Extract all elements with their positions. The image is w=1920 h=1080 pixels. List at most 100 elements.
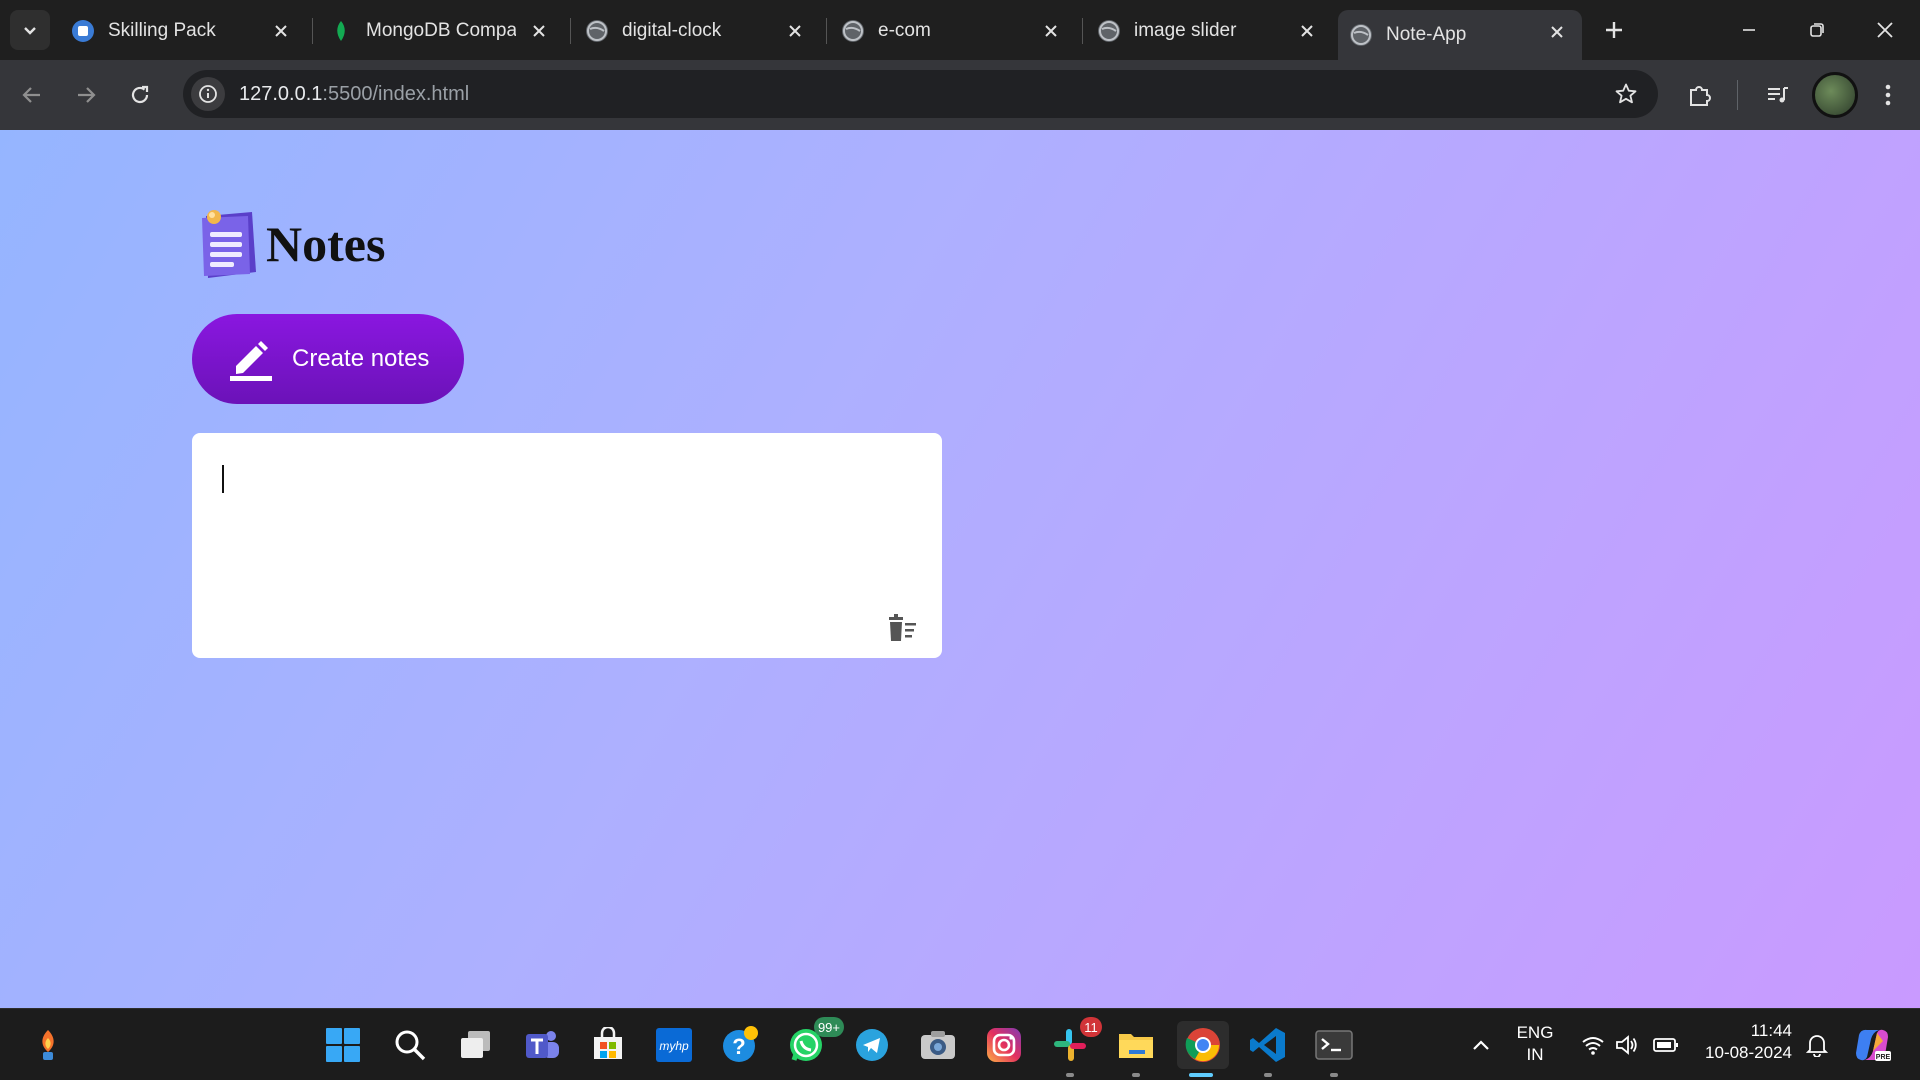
delete-trash-icon[interactable] (886, 611, 920, 645)
region-code: IN (1526, 1045, 1544, 1064)
minimize-button[interactable] (1716, 0, 1782, 60)
tab-title: image slider (1134, 20, 1237, 41)
running-indicator (1066, 1073, 1074, 1077)
globe-icon (842, 20, 864, 42)
edit-pencil-icon (230, 341, 272, 381)
create-notes-label: Create notes (292, 345, 430, 372)
back-button[interactable] (12, 75, 52, 115)
tab-skilling-pack[interactable]: Skilling Pack (60, 10, 306, 52)
show-hidden-icons-chevron-up-icon[interactable] (1466, 1021, 1496, 1069)
microsoft-store-icon[interactable] (584, 1021, 632, 1069)
profile-avatar[interactable] (1812, 72, 1858, 118)
volume-icon[interactable] (1612, 1021, 1642, 1069)
tab-note-app[interactable]: Note-App (1338, 10, 1582, 60)
globe-icon (1098, 20, 1120, 42)
close-tab-icon[interactable] (528, 20, 550, 42)
create-notes-button[interactable]: Create notes (192, 314, 464, 404)
tab-divider (312, 18, 313, 44)
url-host: 127.0.0.1 (239, 82, 323, 105)
close-tab-icon[interactable] (784, 20, 806, 42)
telegram-icon[interactable] (848, 1021, 896, 1069)
text-caret (222, 465, 224, 493)
svg-text:?: ? (732, 1034, 745, 1059)
tab-title: Skilling Pack (108, 20, 216, 41)
close-window-button[interactable] (1852, 0, 1918, 60)
widgets-torch-icon[interactable] (24, 1021, 72, 1069)
chevron-down-icon (24, 27, 36, 35)
close-tab-icon[interactable] (1296, 20, 1318, 42)
extensions-button[interactable] (1680, 75, 1720, 115)
tab-search-button[interactable] (10, 10, 50, 50)
browser-tab-strip: Skilling Pack MongoDB Compass digital-cl… (0, 0, 1920, 60)
minimize-icon (1743, 29, 1755, 31)
site-info-icon[interactable] (191, 77, 225, 111)
tab-e-com[interactable]: e-com (830, 10, 1076, 52)
tab-image-slider[interactable]: image slider (1086, 10, 1332, 52)
close-icon (1877, 22, 1893, 38)
puzzle-piece-icon (1690, 86, 1711, 106)
toolbar-divider (1737, 80, 1738, 110)
url-path: :5500/index.html (322, 82, 470, 105)
search-icon[interactable] (386, 1021, 434, 1069)
battery-icon[interactable] (1650, 1021, 1682, 1069)
clock[interactable]: 11:44 10-08-2024 (1696, 1021, 1792, 1063)
globe-icon (586, 20, 608, 42)
url-text[interactable]: 127.0.0.1:5500/index.html (239, 83, 469, 106)
whatsapp-icon[interactable]: 99+ (782, 1017, 844, 1069)
language-code: ENG (1516, 1023, 1554, 1042)
chrome-icon[interactable] (1177, 1021, 1229, 1077)
note-card (192, 433, 942, 658)
browser-toolbar: 127.0.0.1:5500/index.html (0, 60, 1920, 130)
windows-taskbar: myhp ? 99+ 11 ENG IN 11:44 10-08-2024 PR… (0, 1008, 1920, 1080)
vscode-icon[interactable] (1244, 1021, 1292, 1077)
camera-icon[interactable] (914, 1021, 962, 1069)
close-tab-icon[interactable] (1040, 20, 1062, 42)
address-bar[interactable]: 127.0.0.1:5500/index.html (183, 70, 1658, 118)
plus-icon (1606, 22, 1622, 38)
note-text-area[interactable] (220, 461, 914, 611)
tab-divider (826, 18, 827, 44)
forward-button[interactable] (66, 75, 106, 115)
task-view-icon[interactable] (452, 1021, 500, 1069)
instagram-icon[interactable] (980, 1021, 1028, 1069)
start-windows-icon[interactable] (319, 1021, 367, 1069)
running-indicator (1330, 1073, 1338, 1077)
more-vertical-icon (1885, 84, 1891, 106)
terminal-icon[interactable] (1310, 1021, 1358, 1077)
slack-icon[interactable]: 11 (1046, 1017, 1102, 1077)
myhp-icon[interactable]: myhp (650, 1021, 698, 1069)
restore-button[interactable] (1784, 0, 1850, 60)
wifi-icon[interactable] (1578, 1021, 1608, 1069)
input-language[interactable]: ENG IN (1514, 1023, 1556, 1065)
tab-title: e-com (878, 20, 931, 41)
bookmark-star-icon[interactable] (1614, 82, 1638, 106)
help-icon[interactable]: ? (716, 1021, 764, 1069)
copilot-icon[interactable]: PRE (1848, 1021, 1896, 1069)
svg-text:PRE: PRE (1876, 1054, 1891, 1061)
close-tab-icon[interactable] (270, 20, 292, 42)
page-header: Notes (198, 208, 385, 280)
running-indicator (1264, 1073, 1272, 1077)
tab-divider (570, 18, 571, 44)
close-tab-icon[interactable] (1546, 21, 1568, 43)
notification-bell-icon[interactable] (1802, 1021, 1832, 1069)
notepad-icon (202, 210, 256, 278)
date-text: 10-08-2024 (1705, 1043, 1792, 1062)
teams-icon[interactable] (518, 1021, 566, 1069)
reload-button[interactable] (120, 75, 160, 115)
music-queue-icon (1768, 87, 1788, 103)
active-indicator (1189, 1073, 1213, 1077)
browser-menu-button[interactable] (1868, 75, 1908, 115)
restore-icon (1810, 23, 1824, 37)
tab-title: Note-App (1386, 24, 1467, 45)
media-controls-button[interactable] (1758, 75, 1798, 115)
page-title: Notes (266, 216, 386, 272)
file-explorer-icon[interactable] (1112, 1021, 1160, 1077)
tab-title: digital-clock (622, 20, 722, 41)
note-app-page: Notes Create notes (0, 130, 1920, 1008)
tab-mongodb-compass[interactable]: MongoDB Compass (318, 10, 564, 52)
arrow-right-icon (78, 87, 96, 103)
tab-digital-clock[interactable]: digital-clock (574, 10, 820, 52)
time-text: 11:44 (1750, 1021, 1792, 1040)
new-tab-button[interactable] (1598, 14, 1630, 46)
